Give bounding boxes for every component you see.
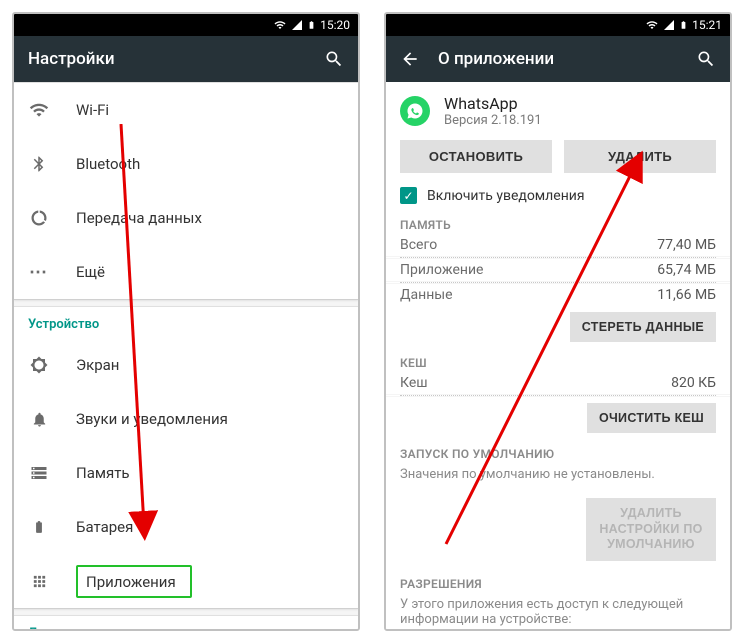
app-header: WhatsApp Версия 2.18.191 (386, 82, 730, 140)
item-label: Экран (76, 356, 119, 374)
phone-right: 15:21 О приложении WhatsApp Версия 2.18.… (384, 12, 732, 631)
stat-data: Данные 11,66 МБ (386, 284, 730, 306)
bell-icon (28, 411, 50, 428)
item-data-usage[interactable]: Передача данных (14, 191, 358, 245)
more-icon: ⋯ (28, 262, 50, 283)
launch-header: ЗАПУСК ПО УМОЛЧАНИЮ (386, 435, 730, 463)
item-storage[interactable]: Память (14, 446, 358, 500)
permissions-header: РАЗРЕШЕНИЯ (386, 571, 730, 593)
page-title: О приложении (438, 49, 678, 69)
storage-icon (28, 464, 50, 482)
item-label: Ещё (76, 263, 105, 281)
apps-icon (28, 573, 50, 590)
battery-icon (679, 18, 688, 32)
search-icon[interactable] (324, 49, 344, 69)
whatsapp-icon (400, 96, 430, 126)
action-buttons: ОСТАНОВИТЬ УДАЛИТЬ (386, 140, 730, 183)
page-title: Настройки (28, 49, 306, 69)
bluetooth-icon (28, 155, 50, 173)
wifi-icon (28, 100, 50, 120)
app-bar: О приложении (386, 36, 730, 82)
item-sound[interactable]: Звуки и уведомления (14, 392, 358, 446)
item-apps[interactable]: Приложения (14, 554, 358, 608)
notify-label: Включить уведомления (427, 188, 585, 204)
launch-note: Значения по умолчанию не установлены. (386, 463, 730, 492)
item-label: Память (76, 464, 130, 482)
wifi-icon (273, 19, 287, 31)
stop-button[interactable]: ОСТАНОВИТЬ (400, 140, 552, 173)
stat-cache: Кеш 820 КБ (386, 372, 730, 394)
app-version: Версия 2.18.191 (444, 113, 542, 128)
item-bluetooth[interactable]: Bluetooth (14, 137, 358, 191)
item-battery[interactable]: Батарея (14, 500, 358, 554)
stat-total: Всего 77,40 МБ (386, 234, 730, 256)
wifi-icon (645, 19, 659, 31)
clear-defaults-button: УДАЛИТЬ НАСТРОЙКИ ПО УМОЛЧАНИЮ (586, 498, 716, 561)
display-icon (28, 356, 50, 374)
section-device-header: Устройство (14, 307, 358, 338)
cache-header: КЕШ (386, 344, 730, 372)
app-info-content: WhatsApp Версия 2.18.191 ОСТАНОВИТЬ УДАЛ… (386, 82, 730, 629)
signal-icon (291, 19, 303, 31)
item-more[interactable]: ⋯ Ещё (14, 245, 358, 299)
app-bar: Настройки (14, 36, 358, 82)
status-time: 15:21 (692, 18, 722, 32)
item-label: Батарея (76, 518, 133, 536)
stat-app: Приложение 65,74 МБ (386, 259, 730, 281)
status-bar: 15:20 (14, 14, 358, 36)
item-label: Звуки и уведомления (76, 410, 228, 428)
search-icon[interactable] (696, 49, 716, 69)
memory-header: ПАМЯТЬ (386, 212, 730, 234)
status-time: 15:20 (320, 18, 350, 32)
status-bar: 15:21 (386, 14, 730, 36)
apps-highlighted: Приложения (76, 565, 192, 598)
settings-content: Wi-Fi Bluetooth Передача данных ⋯ Ещё Ус… (14, 82, 358, 629)
delete-button[interactable]: УДАЛИТЬ (564, 140, 716, 173)
item-wifi[interactable]: Wi-Fi (14, 83, 358, 137)
item-label: Передача данных (76, 209, 202, 227)
item-display[interactable]: Экран (14, 338, 358, 392)
clear-data-button[interactable]: СТЕРЕТЬ ДАННЫЕ (570, 312, 716, 342)
phone-left: 15:20 Настройки Wi-Fi Bluetooth Передача… (12, 12, 360, 631)
check-icon: ✓ (400, 187, 417, 204)
item-label: Wi-Fi (76, 101, 109, 119)
back-icon[interactable] (400, 49, 420, 69)
item-label: Приложения (86, 573, 176, 591)
permissions-note: У этого приложения есть доступ к следующ… (386, 593, 730, 629)
app-name: WhatsApp (444, 94, 542, 113)
section-personal-header: Личные данные (14, 616, 358, 629)
data-usage-icon (28, 209, 50, 227)
battery-icon (28, 518, 50, 536)
battery-icon (307, 18, 316, 32)
notifications-toggle[interactable]: ✓ Включить уведомления (386, 183, 730, 212)
signal-icon (663, 19, 675, 31)
item-label: Bluetooth (76, 155, 140, 173)
clear-cache-button[interactable]: ОЧИСТИТЬ КЕШ (587, 403, 716, 433)
